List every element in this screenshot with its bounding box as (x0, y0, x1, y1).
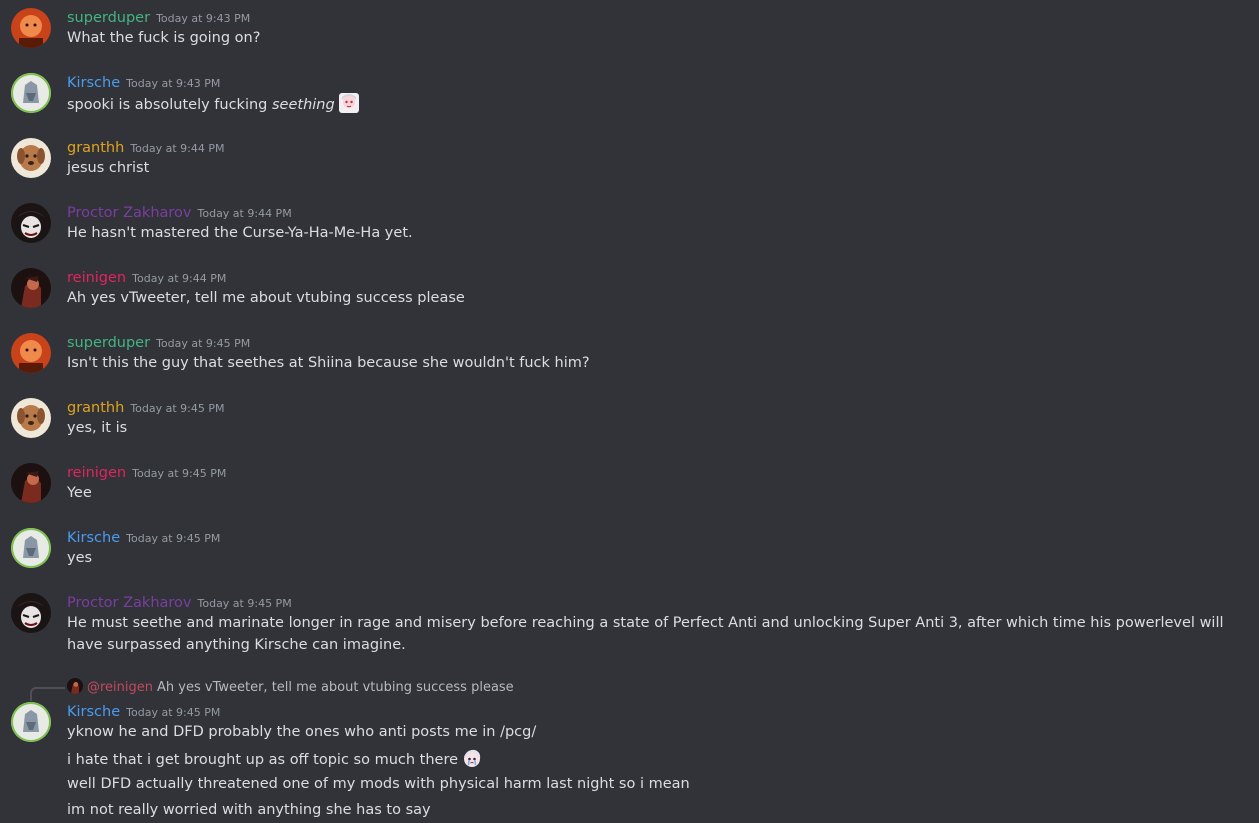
timestamp: Today at 9:44 PM (197, 207, 292, 220)
message-content: spooki is absolutely fucking seething (67, 92, 1245, 116)
avatar[interactable] (11, 203, 51, 243)
message-content: yes, it is (67, 420, 128, 436)
message-content: Ah yes vTweeter, tell me about vtubing s… (67, 290, 465, 306)
message-text: i hate that i get brought up as off topi… (67, 752, 459, 768)
message-header: Kirsche Today at 9:43 PM (67, 73, 220, 91)
username[interactable]: superduper (67, 10, 150, 26)
username[interactable]: Proctor Zakharov (67, 595, 192, 611)
message-header: Proctor Zakharov Today at 9:45 PM (67, 593, 292, 611)
message-header: reinigen Today at 9:45 PM (67, 463, 226, 481)
username[interactable]: granthh (67, 140, 124, 156)
timestamp: Today at 9:45 PM (126, 706, 221, 719)
message-content: Isn't this the guy that seethes at Shiin… (67, 355, 590, 371)
message-content: i hate that i get brought up as off topi… (67, 747, 1245, 771)
message-header: Kirsche Today at 9:45 PM (67, 528, 220, 546)
message-header: reinigen Today at 9:44 PM (67, 268, 226, 286)
username[interactable]: granthh (67, 400, 124, 416)
message-header: Proctor Zakharov Today at 9:44 PM (67, 203, 292, 221)
avatar[interactable] (11, 8, 51, 48)
reply-preview-text: Ah yes vTweeter, tell me about vtubing s… (157, 680, 514, 695)
avatar[interactable] (11, 463, 51, 503)
username[interactable]: Kirsche (67, 704, 120, 720)
anime-girl-emoji-icon[interactable] (338, 92, 360, 114)
message-header: Kirsche Today at 9:45 PM (67, 702, 220, 720)
message-content: Yee (67, 485, 92, 501)
message-content: He must seethe and marinate longer in ra… (67, 615, 1224, 653)
italic-text: seething (271, 97, 335, 113)
message-header: granthh Today at 9:44 PM (67, 138, 225, 156)
avatar[interactable] (11, 333, 51, 373)
message-content: im not really worried with anything she … (67, 802, 431, 818)
timestamp: Today at 9:45 PM (130, 402, 225, 415)
message-header: superduper Today at 9:45 PM (67, 333, 250, 351)
message-text: spooki is absolutely fucking (67, 97, 272, 113)
avatar[interactable] (11, 268, 51, 308)
reply-connector (30, 687, 65, 701)
message-header: granthh Today at 9:45 PM (67, 398, 225, 416)
avatar[interactable] (11, 398, 51, 438)
crying-anime-emoji-icon[interactable] (461, 747, 483, 769)
timestamp: Today at 9:45 PM (156, 337, 251, 350)
avatar[interactable] (11, 528, 51, 568)
reply-reference[interactable]: @reinigen Ah yes vTweeter, tell me about … (67, 678, 514, 696)
username[interactable]: reinigen (67, 270, 126, 286)
username[interactable]: superduper (67, 335, 150, 351)
timestamp: Today at 9:45 PM (197, 597, 292, 610)
timestamp: Today at 9:45 PM (132, 467, 227, 480)
chat-message-list: superduper Today at 9:43 PM What the fuck… (0, 0, 1259, 823)
reply-mention[interactable]: @reinigen (87, 680, 153, 695)
message-content: yes (67, 550, 93, 566)
message-header: superduper Today at 9:43 PM (67, 8, 250, 26)
username[interactable]: reinigen (67, 465, 126, 481)
avatar[interactable] (11, 73, 51, 113)
message-content: well DFD actually threatened one of my m… (67, 776, 690, 792)
timestamp: Today at 9:44 PM (130, 142, 225, 155)
username[interactable]: Kirsche (67, 75, 120, 91)
avatar[interactable] (11, 593, 51, 633)
message-content: What the fuck is going on? (67, 30, 261, 46)
timestamp: Today at 9:43 PM (126, 77, 221, 90)
timestamp: Today at 9:43 PM (156, 12, 251, 25)
username[interactable]: Proctor Zakharov (67, 205, 192, 221)
avatar[interactable] (11, 702, 51, 742)
message-content: yknow he and DFD probably the ones who a… (67, 724, 537, 740)
message-content: He hasn't mastered the Curse-Ya-Ha-Me-Ha… (67, 225, 413, 241)
message-content: jesus christ (67, 160, 150, 176)
timestamp: Today at 9:45 PM (126, 532, 221, 545)
timestamp: Today at 9:44 PM (132, 272, 227, 285)
username[interactable]: Kirsche (67, 530, 120, 546)
replied-avatar (67, 678, 83, 694)
avatar[interactable] (11, 138, 51, 178)
